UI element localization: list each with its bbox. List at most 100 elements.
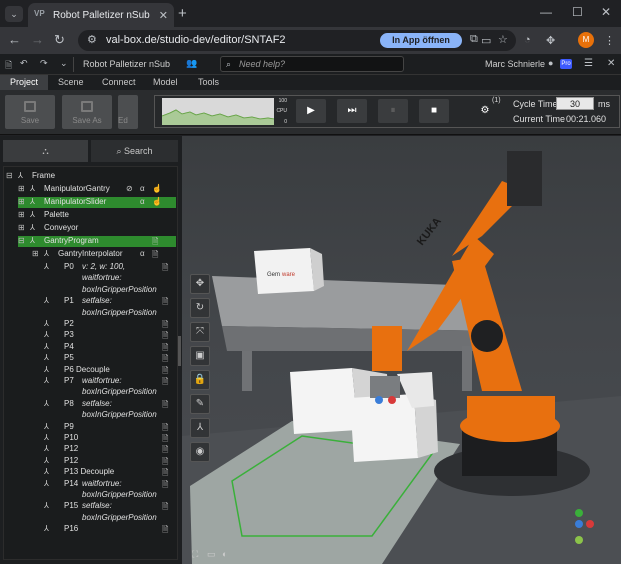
menu-model[interactable]: Model: [153, 77, 178, 87]
tab-search[interactable]: ⌕ Search: [91, 140, 178, 162]
program-point-row[interactable]: ⅄ P6 Decouple 🗎: [44, 365, 176, 376]
program-point-row[interactable]: ⅄ P9 🗎: [44, 422, 176, 433]
program-point-row[interactable]: ⅄ P13 Decouple 🗎: [44, 467, 176, 478]
program-point-row[interactable]: ⅄ P7 🗎 waitfortrue:: [44, 376, 176, 387]
close-editor-icon[interactable]: ✕: [607, 58, 615, 69]
document-icon[interactable]: 🗎: [152, 236, 158, 250]
window-close-icon[interactable]: ✕: [601, 5, 611, 19]
tree-label: Palette: [44, 210, 69, 219]
open-in-app-button[interactable]: In App öffnen: [380, 33, 462, 48]
scale-icon[interactable]: ⤧: [190, 322, 210, 342]
edit-button[interactable]: Ed: [118, 95, 138, 129]
program-point-row[interactable]: ⅄ P5 🗎: [44, 353, 176, 364]
expand-icon[interactable]: ⊞: [18, 197, 25, 206]
document-icon[interactable]: 🗎: [162, 524, 168, 538]
expand-icon[interactable]: ⊞: [18, 184, 25, 193]
undo-icon[interactable]: ↶: [20, 58, 28, 69]
camera-icon[interactable]: ◉: [190, 442, 210, 462]
play-button[interactable]: ▶: [296, 99, 326, 123]
tree-node-palette[interactable]: ⊞ ⅄ Palette: [18, 210, 176, 221]
fullscreen-icon[interactable]: ⛶: [192, 549, 198, 560]
forward-icon[interactable]: →: [31, 32, 44, 47]
vr-icon[interactable]: ▭: [207, 549, 216, 560]
frame-icon: ⅄: [18, 171, 23, 180]
new-tab-icon[interactable]: +: [178, 5, 187, 22]
profile-avatar[interactable]: M: [578, 32, 594, 48]
save-as-button[interactable]: Save As: [62, 95, 112, 129]
tree-node-conveyor[interactable]: ⊞ ⅄ Conveyor: [18, 223, 176, 234]
3d-viewport[interactable]: KUKA Gem ware: [182, 136, 621, 564]
collapse-icon[interactable]: ⊟: [18, 236, 25, 245]
minimize-icon[interactable]: —: [540, 5, 552, 19]
hand-icon[interactable]: ☝: [152, 197, 162, 206]
program-point-row[interactable]: ⅄ P12 🗎: [44, 444, 176, 455]
tree-node-gantry-program[interactable]: ⊟ ⅄ GantryProgram 🗎: [18, 236, 176, 247]
save-button[interactable]: Save: [5, 95, 55, 129]
program-point-row[interactable]: ⅄ P14 🗎 waitfortrue:: [44, 479, 176, 490]
visibility-off-icon[interactable]: ⊘: [126, 184, 133, 193]
program-point-row[interactable]: ⅄ P1 🗎 setfalse:: [44, 296, 176, 307]
menu-tools[interactable]: Tools: [198, 77, 219, 87]
cycle-time-input[interactable]: 30: [556, 97, 594, 110]
lock-icon[interactable]: 🔒: [190, 370, 210, 390]
move-icon[interactable]: ✥: [190, 274, 210, 294]
browser-menu-icon[interactable]: ⋮: [604, 34, 615, 47]
bookmark-star-icon[interactable]: ☆: [498, 33, 508, 46]
tree-node-manipulator-gantry[interactable]: ⊞ ⅄ ManipulatorGantry ⊘ α ☝: [18, 184, 176, 195]
hand-icon[interactable]: ☝: [152, 184, 162, 193]
redo-icon[interactable]: ↷: [40, 58, 48, 69]
program-point-row[interactable]: ⅄ P2 🗎: [44, 319, 176, 330]
translate-icon[interactable]: ⧉: [470, 33, 478, 46]
collapse-icon[interactable]: ⊟: [6, 171, 13, 180]
tree-node-manipulator-slider[interactable]: ⊞ ⅄ ManipulatorSlider α ☝: [18, 197, 176, 208]
point-icon: ⅄: [44, 364, 49, 374]
contrast-icon[interactable]: ◐: [222, 549, 227, 559]
user-name[interactable]: Marc Schnierle: [485, 59, 545, 69]
program-point-row[interactable]: ⅄ P3 🗎: [44, 330, 176, 341]
link-icon[interactable]: α: [140, 197, 145, 206]
maximize-icon[interactable]: ☐: [572, 5, 583, 19]
dropdown-icon[interactable]: ⌄: [60, 58, 68, 69]
tree-node-frame[interactable]: ⊟ ⅄ Frame: [6, 171, 176, 182]
tab-search-icon[interactable]: ⌄: [5, 6, 23, 22]
rotate-icon[interactable]: ↻: [190, 298, 210, 318]
program-point-row[interactable]: ⅄ P0 🗎 v: 2, w: 100,: [44, 262, 176, 273]
tree-node-gantry-interpolator[interactable]: ⊞ ⅄ GantryInterpolator α 🗎: [32, 249, 176, 260]
menu-scene[interactable]: Scene: [58, 77, 84, 87]
program-point-row[interactable]: ⅄ P16 🗎: [44, 524, 176, 535]
program-point-row[interactable]: ⅄ P10 🗎: [44, 433, 176, 444]
tab-close-icon[interactable]: ✕: [159, 9, 168, 22]
browser-tab[interactable]: VP Robot Palletizer nSub ✕: [28, 3, 174, 27]
cast-icon[interactable]: ▭: [481, 34, 491, 47]
program-point-row[interactable]: ⅄ P8 🗎 setfalse:: [44, 399, 176, 410]
link-icon[interactable]: α: [140, 184, 145, 193]
pen-icon[interactable]: ✎: [190, 394, 210, 414]
frame-tool-icon[interactable]: ⅄: [190, 418, 210, 438]
file-icon[interactable]: 🗎: [5, 58, 12, 74]
puzzle-icon[interactable]: ✥: [546, 34, 555, 47]
expand-icon[interactable]: ⊞: [18, 210, 25, 219]
document-icon[interactable]: 🗎: [152, 249, 158, 263]
program-point-row[interactable]: ⅄ P4 🗎: [44, 342, 176, 353]
back-icon[interactable]: ←: [8, 32, 21, 47]
pause-button[interactable]: ⏸: [378, 99, 408, 123]
step-button[interactable]: ⏭: [337, 99, 367, 123]
menu-icon[interactable]: ☰: [584, 58, 593, 69]
program-point-row[interactable]: ⅄ P12 🗎: [44, 456, 176, 467]
url-text[interactable]: val-box.de/studio-dev/editor/SNTAF2: [106, 34, 286, 46]
menu-connect[interactable]: Connect: [102, 77, 136, 87]
tab-hierarchy[interactable]: ⛬: [3, 140, 88, 162]
expand-icon[interactable]: ⊞: [18, 223, 25, 232]
program-point-row[interactable]: ⅄ P15 🗎 setfalse:: [44, 501, 176, 512]
help-search-input[interactable]: ⌕ Need help?: [220, 56, 404, 72]
link-icon[interactable]: α: [140, 249, 145, 258]
panel-scrollbar[interactable]: [178, 336, 181, 366]
stop-button[interactable]: ■: [419, 99, 449, 123]
site-info-icon[interactable]: ⚙: [87, 33, 97, 46]
omnibox[interactable]: ⚙ val-box.de/studio-dev/editor/SNTAF2 In…: [78, 30, 516, 51]
box-icon[interactable]: ▣: [190, 346, 210, 366]
expand-icon[interactable]: ⊞: [32, 249, 39, 258]
extension-icon[interactable]: ◔: [524, 34, 531, 46]
reload-icon[interactable]: ↻: [54, 32, 65, 48]
menu-project[interactable]: Project: [0, 75, 49, 90]
